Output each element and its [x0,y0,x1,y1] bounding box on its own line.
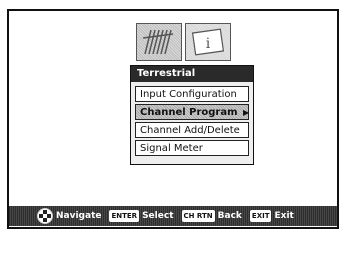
exit-key-badge: EXIT [249,210,272,222]
exit-label: Exit [274,211,294,221]
navigate-label: Navigate [56,211,102,221]
menu-item-label: Channel Add/Delete [140,125,240,136]
info-icon[interactable]: i [185,23,231,61]
menu-item-label: Signal Meter [140,143,203,154]
enter-key-badge: ENTER [109,210,140,222]
antenna-icon[interactable] [136,23,182,61]
menu-item-channel-add-delete[interactable]: Channel Add/Delete [135,122,249,138]
menu-item-signal-meter[interactable]: Signal Meter [135,140,249,156]
terrestrial-menu: Terrestrial Input Configuration Channel … [130,65,254,165]
select-label: Select [142,211,174,221]
tv-screen: i Terrestrial Input Configuration Channe… [7,9,339,229]
menu-item-channel-program[interactable]: Channel Program ▶ [135,104,249,120]
button-guide-bar: Navigate ENTER Select CH RTN Back EXIT E… [9,206,337,226]
menu-item-label: Channel Program [140,107,238,118]
ch-rtn-key-badge: CH RTN [181,210,215,222]
navigate-dpad-icon [37,208,53,224]
submenu-arrow-icon: ▶ [243,108,249,117]
menu-item-input-configuration[interactable]: Input Configuration [135,86,249,102]
back-label: Back [217,211,242,221]
menu-title: Terrestrial [131,66,253,82]
menu-item-label: Input Configuration [140,89,237,100]
svg-text:i: i [206,36,211,52]
